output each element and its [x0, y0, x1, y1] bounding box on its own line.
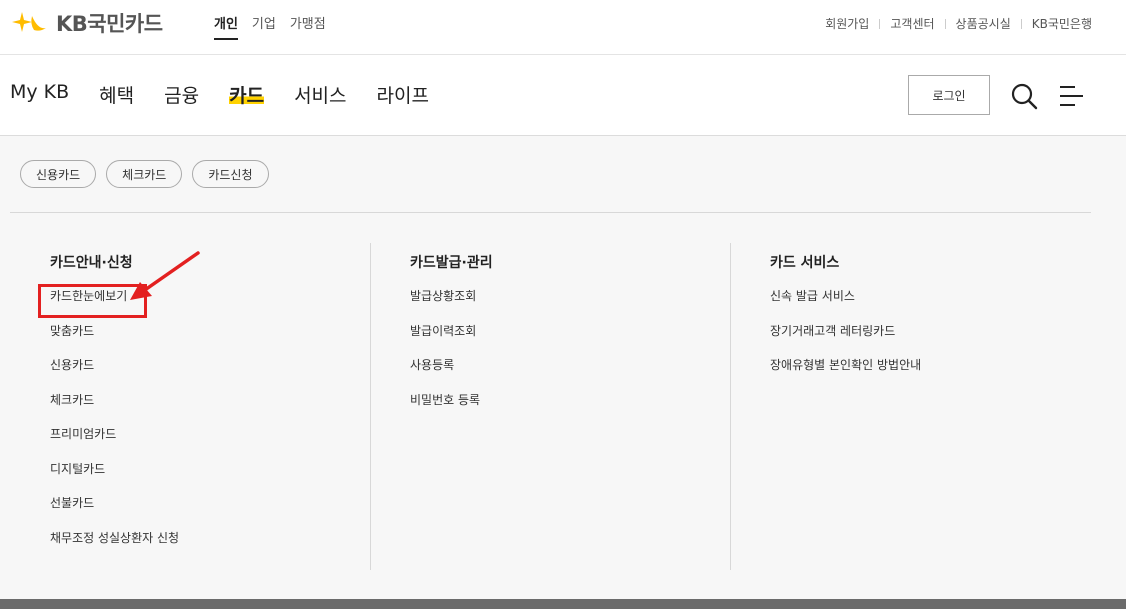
kb-logo[interactable]: KB국민카드: [10, 10, 163, 36]
link-issue-status[interactable]: 발급상황조회: [410, 286, 493, 321]
search-icon[interactable]: [1010, 82, 1038, 110]
link-usage-registration[interactable]: 사용등록: [410, 355, 493, 390]
link-digital-card[interactable]: 디지털카드: [50, 459, 179, 494]
link-lettering-card[interactable]: 장기거래고객 레터링카드: [770, 321, 921, 356]
separator: [1020, 18, 1022, 29]
logo-text: KB국민카드: [56, 12, 163, 36]
section-divider: [10, 212, 1091, 213]
gnb-item-card[interactable]: 카드: [229, 81, 265, 108]
link-prepaid-card[interactable]: 선불카드: [50, 493, 179, 528]
product-disclosure-link[interactable]: 상품공시실: [956, 15, 1011, 32]
menu-column-card-service: 카드 서비스 신속 발급 서비스 장기거래고객 레터링카드 장애유형별 본인확인…: [770, 252, 921, 390]
link-fast-issue-service[interactable]: 신속 발급 서비스: [770, 286, 921, 321]
gnb-item-finance[interactable]: 금융: [164, 81, 199, 108]
tab-personal[interactable]: 개인: [214, 13, 238, 40]
tab-merchant[interactable]: 가맹점: [290, 13, 326, 40]
link-check-card[interactable]: 체크카드: [50, 390, 179, 425]
separator: [944, 18, 946, 29]
kb-bank-link[interactable]: KB국민은행: [1032, 15, 1092, 32]
link-custom-card[interactable]: 맞춤카드: [50, 321, 179, 356]
link-issue-history[interactable]: 발급이력조회: [410, 321, 493, 356]
gnb-item-service[interactable]: 서비스: [294, 81, 346, 108]
link-credit-card[interactable]: 신용카드: [50, 355, 179, 390]
customer-center-link[interactable]: 고객센터: [890, 15, 934, 32]
link-debt-adjustment-apply[interactable]: 채무조정 성실상환자 신청: [50, 528, 179, 563]
column-divider: [730, 243, 731, 570]
global-nav: My KB 혜택 금융 카드 서비스 라이프 로그인: [0, 55, 1126, 136]
top-bar: KB국민카드 개인 기업 가맹점 회원가입 고객센터 상품공시실 KB국민은행: [0, 0, 1126, 55]
column-title: 카드발급·관리: [410, 255, 493, 271]
card-category-chips: 신용카드 체크카드 카드신청: [20, 160, 269, 188]
link-premium-card[interactable]: 프리미엄카드: [50, 424, 179, 459]
gnb-item-mykb[interactable]: My KB: [10, 81, 69, 108]
tab-business[interactable]: 기업: [252, 13, 276, 40]
link-identity-verification-guide[interactable]: 장애유형별 본인확인 방법안내: [770, 355, 921, 390]
signup-link[interactable]: 회원가입: [825, 15, 869, 32]
chip-check-card[interactable]: 체크카드: [106, 160, 183, 188]
column-divider: [370, 243, 371, 570]
gnb-item-life[interactable]: 라이프: [377, 81, 429, 108]
login-button[interactable]: 로그인: [908, 75, 990, 115]
utility-links: 회원가입 고객센터 상품공시실 KB국민은행: [825, 15, 1092, 32]
chip-card-apply[interactable]: 카드신청: [192, 160, 269, 188]
gnb-item-benefits[interactable]: 혜택: [99, 81, 134, 108]
link-password-registration[interactable]: 비밀번호 등록: [410, 390, 493, 425]
kb-star-logo-icon: [12, 12, 46, 32]
separator: [879, 18, 881, 29]
menu-column-issue-manage: 카드발급·관리 발급상황조회 발급이력조회 사용등록 비밀번호 등록: [410, 252, 493, 424]
chip-credit-card[interactable]: 신용카드: [20, 160, 97, 188]
hamburger-menu-icon[interactable]: [1057, 83, 1085, 109]
footer-band: [0, 599, 1126, 609]
column-title: 카드 서비스: [770, 255, 840, 271]
gnb-menu: My KB 혜택 금융 카드 서비스 라이프: [10, 81, 459, 108]
red-arrow-annotation: [130, 251, 200, 300]
segment-tabs: 개인 기업 가맹점: [214, 13, 326, 40]
